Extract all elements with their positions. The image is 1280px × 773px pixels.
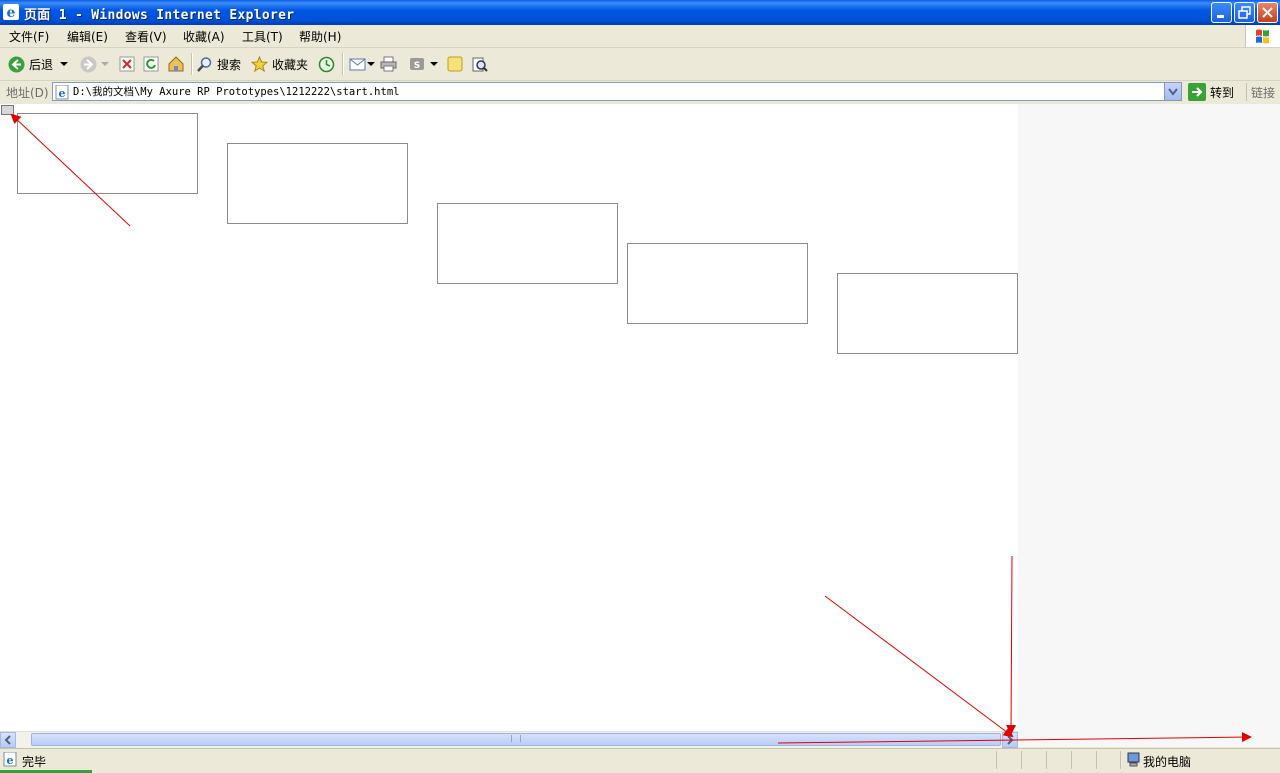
svg-text:e: e: [7, 754, 14, 767]
page-icon: e: [3, 752, 17, 767]
menu-view[interactable]: 查看(V): [125, 28, 167, 45]
address-field[interactable]: e: [52, 82, 1182, 101]
stop-button[interactable]: [119, 54, 135, 74]
chevron-down-icon: [101, 62, 109, 66]
address-bar: 地址(D) e 转到 链接: [0, 81, 1280, 104]
home-icon: [168, 56, 184, 72]
mail-icon: [349, 58, 366, 71]
go-button[interactable]: 转到: [1188, 82, 1234, 102]
status-text: 完毕: [22, 755, 47, 769]
research-button[interactable]: [471, 54, 488, 74]
edit-icon: [447, 56, 463, 72]
back-icon: [8, 56, 25, 72]
restore-button[interactable]: [1234, 2, 1255, 23]
page-icon: e: [55, 85, 69, 100]
address-input[interactable]: [73, 83, 1153, 100]
ie-icon: e: [3, 4, 19, 20]
menu-tools[interactable]: 工具(T): [242, 28, 283, 45]
go-label: 转到: [1210, 85, 1235, 100]
horizontal-scrollbar[interactable]: [0, 731, 1018, 748]
chevron-down-icon: [367, 62, 375, 66]
mail-button[interactable]: [349, 54, 375, 74]
research-icon: [472, 57, 488, 72]
close-icon: [1262, 7, 1273, 18]
rectangle-box[interactable]: [17, 113, 198, 194]
menu-edit[interactable]: 编辑(E): [67, 28, 108, 45]
standard-toolbar: 后退 搜索 收藏夹 S: [0, 48, 1280, 81]
search-button[interactable]: 搜索: [196, 54, 241, 74]
menu-bar: 文件(F) 编辑(E) 查看(V) 收藏(A) 工具(T) 帮助(H): [0, 25, 1280, 48]
svg-text:e: e: [7, 5, 16, 20]
favorites-label: 收藏夹: [272, 57, 309, 72]
security-zone: 我的电脑: [1143, 755, 1192, 769]
computer-zone-icon: [1127, 752, 1140, 767]
print-button[interactable]: [380, 54, 397, 74]
history-icon: [318, 56, 335, 72]
menu-help[interactable]: 帮助(H): [299, 28, 341, 45]
refresh-button[interactable]: [143, 54, 159, 74]
chevron-down-icon: [60, 62, 69, 66]
svg-text:e: e: [59, 87, 66, 100]
rectangle-box[interactable]: [627, 243, 808, 324]
edit-button[interactable]: [447, 54, 463, 74]
go-arrow-icon: [1188, 83, 1206, 101]
chevron-left-icon: [4, 735, 11, 745]
refresh-icon: [143, 56, 159, 72]
status-bar: e 完毕 我的电脑: [0, 748, 1280, 773]
discuss-button[interactable]: S: [409, 54, 440, 74]
browser-viewport: [0, 104, 1280, 731]
scroll-right-button[interactable]: [1002, 732, 1018, 748]
discuss-icon: S: [410, 58, 424, 71]
rectangle-box[interactable]: [837, 273, 1018, 354]
print-icon: [380, 56, 397, 72]
menu-file[interactable]: 文件(F): [9, 28, 49, 45]
title-bar: e 页面 1 - Windows Internet Explorer: [0, 0, 1280, 25]
prototype-page: [0, 104, 1018, 731]
close-button[interactable]: [1257, 2, 1278, 23]
chevron-down-icon: [1168, 88, 1178, 96]
windows-logo-icon: [1256, 29, 1269, 44]
small-widget[interactable]: [1, 105, 14, 115]
search-label: 搜索: [217, 57, 242, 72]
rectangle-box[interactable]: [227, 143, 408, 224]
restore-icon: [1238, 6, 1251, 19]
forward-icon: [80, 56, 97, 72]
favorites-star-icon: [251, 55, 268, 72]
address-label: 地址(D): [6, 86, 49, 100]
favorites-button[interactable]: 收藏夹: [251, 54, 308, 74]
rectangle-box[interactable]: [437, 203, 618, 284]
chevron-right-icon: [1007, 735, 1014, 745]
home-button[interactable]: [167, 54, 185, 74]
back-button[interactable]: 后退: [8, 54, 70, 74]
scroll-left-button[interactable]: [0, 732, 16, 748]
svg-text:S: S: [414, 61, 420, 71]
links-toolbar[interactable]: 链接: [1251, 84, 1275, 101]
minimize-icon: [1217, 15, 1224, 18]
history-button[interactable]: [318, 54, 335, 74]
scroll-grip: [511, 735, 521, 742]
window-title: 页面 1 - Windows Internet Explorer: [24, 8, 295, 23]
windows-logo: [1245, 25, 1280, 47]
menu-favorites[interactable]: 收藏(A): [183, 28, 225, 45]
forward-button[interactable]: [80, 54, 110, 74]
minimize-button[interactable]: [1211, 2, 1232, 23]
chevron-down-icon: [430, 62, 438, 66]
search-icon: [197, 56, 212, 72]
back-label: 后退: [29, 57, 54, 72]
stop-icon: [119, 56, 135, 72]
address-dropdown[interactable]: [1164, 83, 1181, 100]
scroll-area-blank: [1018, 731, 1280, 747]
